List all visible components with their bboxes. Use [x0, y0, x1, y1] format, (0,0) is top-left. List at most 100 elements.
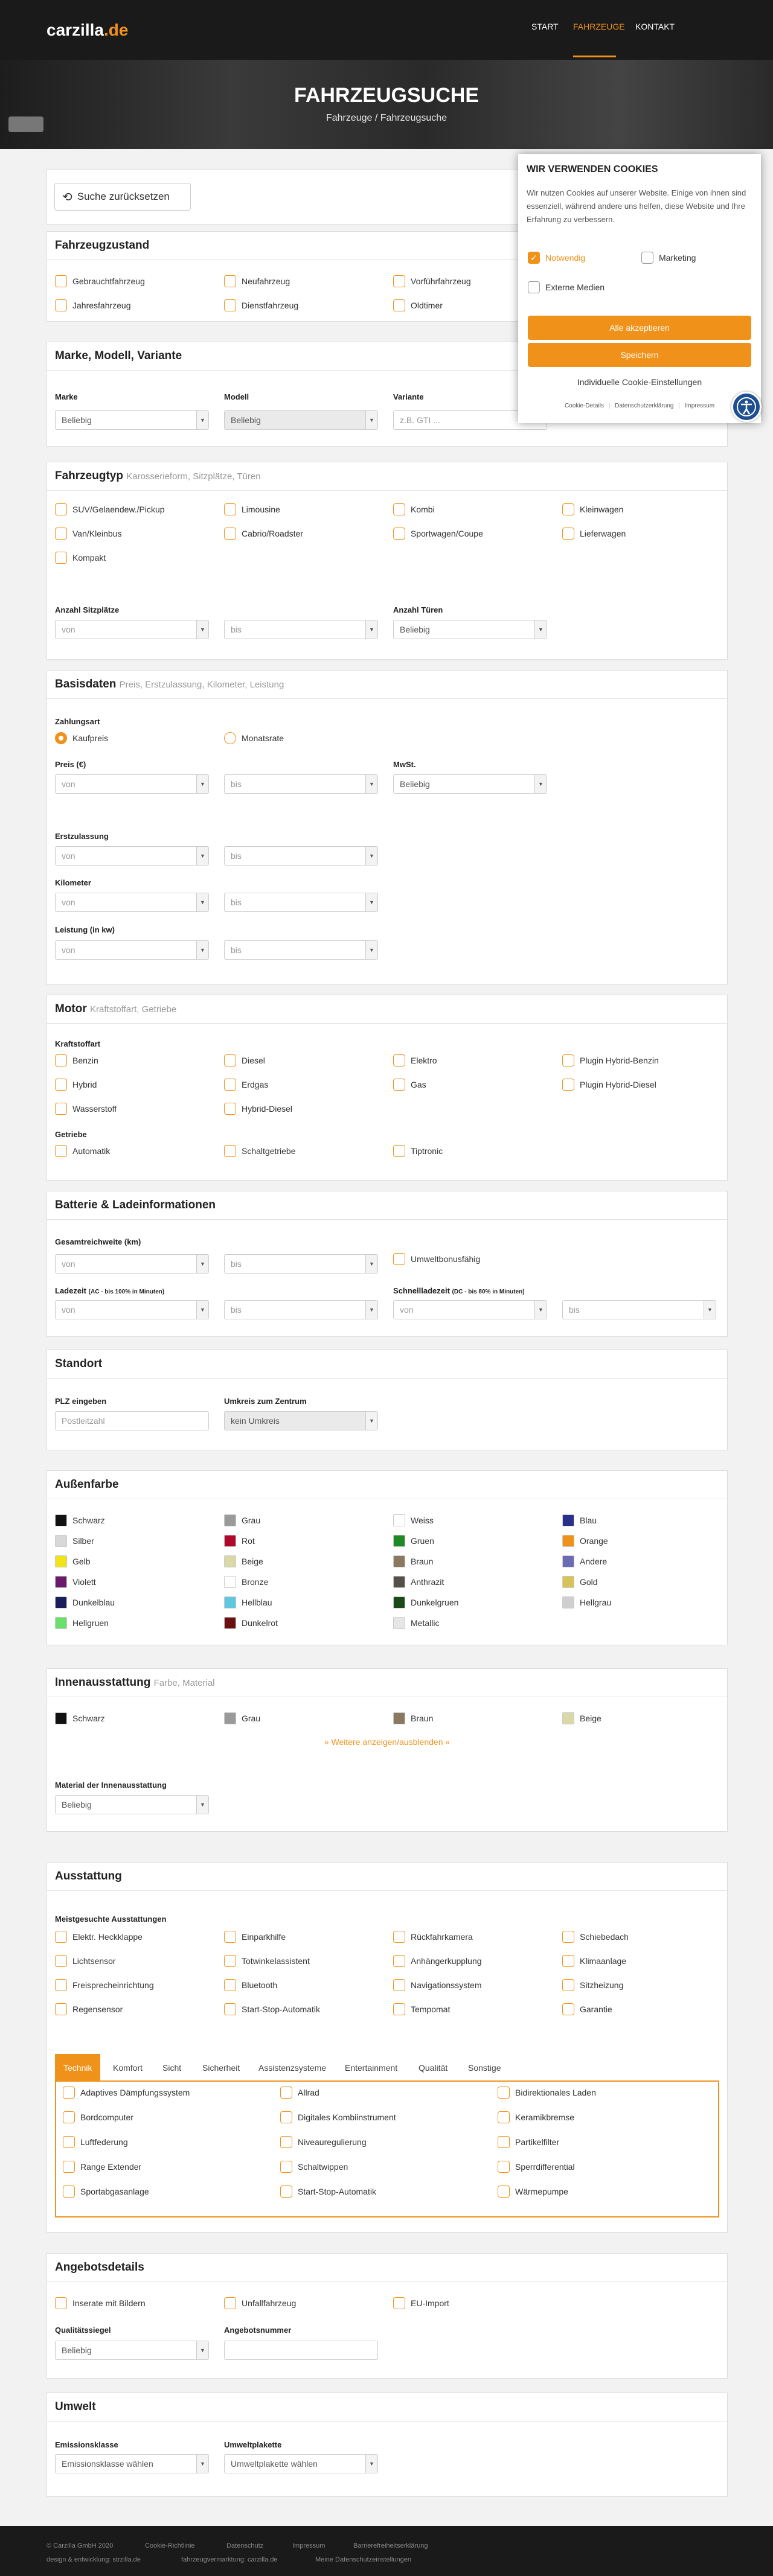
cookie-link-impressum[interactable]: Impressum	[685, 403, 714, 409]
tab-technik[interactable]: Technik	[55, 2054, 101, 2081]
select-modell[interactable]: Beliebig ▼	[224, 410, 378, 430]
color-option-gold[interactable]: Gold	[562, 1576, 598, 1588]
footer-link-impressum[interactable]: Impressum	[292, 2542, 325, 2549]
check-hybrid[interactable]: Hybrid	[55, 1079, 97, 1091]
check-erdgas[interactable]: Erdgas	[224, 1079, 268, 1091]
check-schaltgetriebe[interactable]: Schaltgetriebe	[224, 1145, 296, 1157]
color-option-grau[interactable]: Grau	[224, 1712, 260, 1724]
checkbox[interactable]	[528, 281, 540, 293]
color-swatch[interactable]	[55, 1535, 67, 1547]
checkbox[interactable]	[63, 2161, 75, 2173]
check-tech-13[interactable]: Start-Stop-Automatik	[280, 2185, 376, 2198]
check-tech-4[interactable]: Digitales Kombiinstrument	[280, 2111, 396, 2123]
select-material[interactable]: Beliebig ▼	[55, 1795, 209, 1814]
tab-sicht[interactable]: Sicht	[162, 2054, 181, 2081]
color-swatch[interactable]	[562, 1576, 574, 1588]
radio-monatsrate[interactable]: Monatsrate	[224, 732, 284, 744]
check-plugin-diesel[interactable]: Plugin Hybrid-Diesel	[562, 1079, 656, 1091]
check-ausst-2[interactable]: Rückfahrkamera	[393, 1931, 473, 1943]
footer-link-datenschutz[interactable]: Datenschutz	[226, 2542, 263, 2549]
check-wasserstoff[interactable]: Wasserstoff	[55, 1103, 117, 1115]
checkbox[interactable]	[224, 1145, 236, 1157]
select-leist-bis[interactable]: bis ▼	[224, 940, 378, 960]
checkbox[interactable]	[224, 1955, 236, 1967]
checkbox[interactable]	[55, 1979, 67, 1991]
tab-assistenzsysteme[interactable]: Assistenzsysteme	[258, 2054, 326, 2081]
checkbox[interactable]	[63, 2087, 75, 2099]
toggle-more-colors-link[interactable]: » Weitere anzeigen/ausblenden «	[47, 1737, 727, 1747]
nav-start[interactable]: START	[531, 22, 559, 31]
color-swatch[interactable]	[393, 1712, 405, 1724]
color-swatch[interactable]	[224, 1535, 236, 1547]
color-option-hellgrau[interactable]: Hellgrau	[562, 1596, 611, 1608]
check-sportwagen[interactable]: Sportwagen/Coupe	[393, 528, 483, 540]
checkbox[interactable]	[498, 2111, 510, 2123]
check-jahres[interactable]: Jahresfahrzeug	[55, 299, 131, 311]
checkbox[interactable]	[55, 1054, 67, 1066]
color-swatch[interactable]	[562, 1555, 574, 1567]
check-dienst[interactable]: Dienstfahrzeug	[224, 299, 298, 311]
checkbox[interactable]	[280, 2087, 292, 2099]
select-reichweite-bis[interactable]: bis ▼	[224, 1254, 378, 1274]
select-schnell-bis[interactable]: bis ▼	[562, 1300, 716, 1319]
color-swatch[interactable]	[562, 1535, 574, 1547]
input-plz[interactable]: Postleitzahl	[55, 1411, 209, 1430]
check-hybrid-diesel[interactable]: Hybrid-Diesel	[224, 1103, 292, 1115]
checkbox[interactable]	[55, 552, 67, 564]
select-qualitaetssiegel[interactable]: Beliebig ▼	[55, 2341, 209, 2360]
nav-fahrzeuge[interactable]: FAHRZEUGE	[573, 22, 625, 31]
checkbox[interactable]	[393, 503, 405, 515]
cookie-check-extern[interactable]: Externe Medien	[528, 281, 605, 293]
checkbox[interactable]	[224, 2003, 236, 2015]
checkbox[interactable]	[498, 2185, 510, 2198]
tab-qualitaet[interactable]: Qualität	[419, 2054, 447, 2081]
color-swatch[interactable]	[393, 1514, 405, 1526]
footer-link-privacy-settings[interactable]: Meine Datenschutzeinstellungen	[315, 2556, 411, 2563]
color-option-dunkelgruen[interactable]: Dunkelgruen	[393, 1596, 458, 1608]
check-plugin-benzin[interactable]: Plugin Hybrid-Benzin	[562, 1054, 659, 1066]
select-schnell-von[interactable]: von ▼	[393, 1300, 547, 1319]
checkbox[interactable]	[562, 1955, 574, 1967]
color-option-schwarz[interactable]: Schwarz	[55, 1514, 105, 1526]
footer-credit-design[interactable]: design & entwicklung: strzilla.de	[47, 2556, 141, 2563]
checkbox[interactable]	[280, 2136, 292, 2148]
checkbox[interactable]	[562, 528, 574, 540]
checkbox[interactable]	[280, 2111, 292, 2123]
checkbox[interactable]	[280, 2185, 292, 2198]
checkbox[interactable]	[55, 1079, 67, 1091]
check-ausst-11[interactable]: Sitzheizung	[562, 1979, 623, 1991]
color-swatch[interactable]	[393, 1555, 405, 1567]
check-tech-12[interactable]: Sportabgasanlage	[63, 2185, 149, 2198]
select-preis-bis[interactable]: bis ▼	[224, 774, 378, 794]
color-swatch[interactable]	[393, 1576, 405, 1588]
check-ausst-6[interactable]: Anhängerkupplung	[393, 1955, 482, 1967]
check-lieferwagen[interactable]: Lieferwagen	[562, 528, 626, 540]
color-swatch[interactable]	[224, 1617, 236, 1629]
footer-link-cookie[interactable]: Cookie-Richtlinie	[145, 2542, 195, 2549]
checkbox[interactable]	[55, 528, 67, 540]
color-option-orange[interactable]: Orange	[562, 1535, 608, 1547]
color-swatch[interactable]	[224, 1555, 236, 1567]
color-option-violett[interactable]: Violett	[55, 1576, 96, 1588]
select-leist-von[interactable]: von ▼	[55, 940, 209, 960]
checkmark-icon[interactable]: ✓	[528, 252, 540, 264]
check-van[interactable]: Van/Kleinbus	[55, 528, 121, 540]
check-tech-10[interactable]: Schaltwippen	[280, 2161, 348, 2173]
color-swatch[interactable]	[55, 1596, 67, 1608]
checkbox[interactable]	[393, 1931, 405, 1943]
checkbox[interactable]	[498, 2087, 510, 2099]
checkbox[interactable]	[224, 1931, 236, 1943]
check-inserate-bilder[interactable]: Inserate mit Bildern	[55, 2297, 146, 2309]
checkbox[interactable]	[55, 2297, 67, 2309]
color-swatch[interactable]	[55, 1712, 67, 1724]
checkbox[interactable]	[393, 299, 405, 311]
cookie-check-marketing[interactable]: Marketing	[641, 252, 696, 264]
check-tech-6[interactable]: Luftfederung	[63, 2136, 128, 2148]
checkbox[interactable]	[55, 2003, 67, 2015]
select-sitz-von[interactable]: von ▼	[55, 620, 209, 639]
checkbox[interactable]	[498, 2161, 510, 2173]
check-ausst-4[interactable]: Lichtsensor	[55, 1955, 116, 1967]
checkbox[interactable]	[55, 1931, 67, 1943]
checkbox[interactable]	[280, 2161, 292, 2173]
check-gas[interactable]: Gas	[393, 1079, 426, 1091]
